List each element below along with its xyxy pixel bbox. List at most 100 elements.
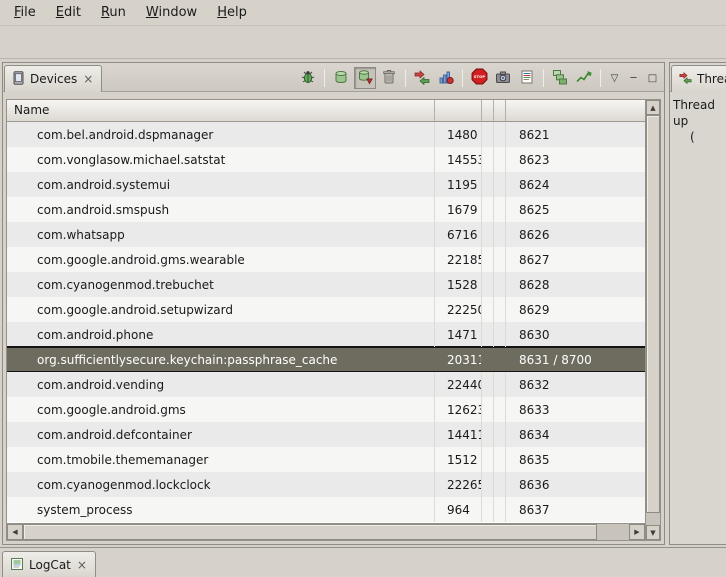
horizontal-scrollbar-thumb[interactable] <box>23 524 597 540</box>
dump-hprof-button[interactable] <box>354 67 376 89</box>
process-status-cell2 <box>494 397 506 422</box>
process-port: 8631 / 8700 <box>506 348 645 371</box>
menu-item[interactable]: Window <box>136 2 207 23</box>
table-row[interactable]: com.google.android.gms.wearable 22185 86… <box>7 247 645 272</box>
vertical-scrollbar[interactable]: ▲ ▼ <box>645 100 660 540</box>
minimize-icon[interactable]: ─ <box>625 69 642 87</box>
table-row[interactable]: com.tmobile.thememanager 1512 8635 <box>7 447 645 472</box>
process-pid: 14553 <box>435 147 482 172</box>
column-header-port[interactable] <box>506 100 645 122</box>
process-pid: 6716 <box>435 222 482 247</box>
systrace-button[interactable] <box>573 67 595 89</box>
trash-icon <box>381 69 397 88</box>
column-header-name[interactable]: Name <box>7 100 435 122</box>
process-port: 8633 <box>506 397 645 422</box>
process-port: 8625 <box>506 197 645 222</box>
process-status-cell <box>482 497 494 522</box>
device-table-body: com.bel.android.dspmanager 1480 8621 com… <box>7 122 645 523</box>
table-row[interactable]: system_process 964 8637 <box>7 497 645 522</box>
svg-text:STOP: STOP <box>473 74 485 79</box>
screen-capture-button[interactable] <box>492 67 514 89</box>
update-threads-button[interactable] <box>411 67 433 89</box>
process-name: com.google.android.setupwizard <box>7 297 435 322</box>
process-name: com.cyanogenmod.lockclock <box>7 472 435 497</box>
vertical-scrollbar-thumb[interactable] <box>646 115 660 513</box>
stop-process-button[interactable]: STOP <box>468 67 490 89</box>
cause-gc-button[interactable] <box>378 67 400 89</box>
close-icon[interactable]: × <box>82 72 94 86</box>
menu-item[interactable]: File <box>4 2 46 23</box>
devices-panel: Devices × <box>2 62 665 545</box>
threads-tabbar: Threa <box>670 63 726 92</box>
capture-system-info-button[interactable] <box>516 67 538 89</box>
process-port: 8626 <box>506 222 645 247</box>
process-status-cell2 <box>494 122 506 147</box>
tab-logcat[interactable]: LogCat × <box>2 551 96 577</box>
process-pid: 1471 <box>435 322 482 347</box>
scroll-right-icon[interactable]: ▶ <box>629 524 645 540</box>
table-row[interactable]: com.android.smspush 1679 8625 <box>7 197 645 222</box>
column-header-status2[interactable] <box>494 100 506 122</box>
debug-process-button[interactable] <box>297 67 319 89</box>
maximize-icon[interactable]: □ <box>644 69 661 87</box>
process-name: com.whatsapp <box>7 222 435 247</box>
process-port: 8634 <box>506 422 645 447</box>
column-header-status1[interactable] <box>482 100 494 122</box>
process-name: com.android.smspush <box>7 197 435 222</box>
camera-icon <box>495 69 511 88</box>
table-row[interactable]: com.vonglasow.michael.satstat 14553 8623 <box>7 147 645 172</box>
table-row[interactable]: com.android.defcontainer 14411 8634 <box>7 422 645 447</box>
scroll-up-icon[interactable]: ▲ <box>646 100 660 115</box>
close-icon[interactable]: × <box>76 558 88 572</box>
scroll-down-icon[interactable]: ▼ <box>646 525 660 540</box>
process-name: com.android.systemui <box>7 172 435 197</box>
table-row[interactable]: com.whatsapp 6716 8626 <box>7 222 645 247</box>
scroll-left-icon[interactable]: ◀ <box>7 524 23 540</box>
table-row[interactable]: org.sufficientlysecure.keychain:passphra… <box>7 347 645 372</box>
tab-threads-label: Threa <box>697 72 726 86</box>
threads-tab-icon <box>679 71 692 87</box>
process-port: 8623 <box>506 147 645 172</box>
menu-item[interactable]: Run <box>91 2 136 23</box>
process-status-cell2 <box>494 247 506 272</box>
update-heap-button[interactable] <box>330 67 352 89</box>
process-status-cell <box>482 397 494 422</box>
process-pid: 964 <box>435 497 482 522</box>
process-status-cell2 <box>494 222 506 247</box>
dump-view-hierarchy-button[interactable] <box>549 67 571 89</box>
process-status-cell <box>482 122 494 147</box>
table-row[interactable]: com.cyanogenmod.trebuchet 1528 8628 <box>7 272 645 297</box>
view-menu-icon[interactable]: ▽ <box>606 69 623 87</box>
table-row[interactable]: com.google.android.gms 12623 8633 <box>7 397 645 422</box>
process-name: com.tmobile.thememanager <box>7 447 435 472</box>
table-row[interactable]: com.android.vending 22440 8632 <box>7 372 645 397</box>
toolbar-strip <box>0 26 726 59</box>
table-row[interactable]: com.android.phone 1471 8630 <box>7 322 645 347</box>
stop-icon: STOP <box>471 68 488 88</box>
menu-item[interactable]: Help <box>207 2 257 23</box>
table-row[interactable]: com.android.systemui 1195 8624 <box>7 172 645 197</box>
method-profiling-button[interactable] <box>435 67 457 89</box>
horizontal-scrollbar[interactable]: ◀ ▶ <box>7 523 645 540</box>
process-pid: 14411 <box>435 422 482 447</box>
process-pid: 1679 <box>435 197 482 222</box>
process-status-cell2 <box>494 297 506 322</box>
table-row[interactable]: com.google.android.setupwizard 22250 862… <box>7 297 645 322</box>
process-status-cell2 <box>494 147 506 172</box>
threads-message-line2: ( <box>673 129 723 145</box>
process-port: 8636 <box>506 472 645 497</box>
process-status-cell <box>482 372 494 397</box>
tab-threads[interactable]: Threa <box>671 65 726 92</box>
column-header-pid[interactable] <box>435 100 482 122</box>
table-row[interactable]: com.bel.android.dspmanager 1480 8621 <box>7 122 645 147</box>
process-port: 8632 <box>506 372 645 397</box>
process-name: com.google.android.gms <box>7 397 435 422</box>
menu-item[interactable]: Edit <box>46 2 91 23</box>
logcat-panel: LogCat × <box>0 547 726 577</box>
process-name: system_process <box>7 497 435 522</box>
devices-toolbar: STOP <box>297 66 661 90</box>
process-status-cell <box>482 322 494 347</box>
process-name: com.google.android.gms.wearable <box>7 247 435 272</box>
table-row[interactable]: com.cyanogenmod.lockclock 22265 8636 <box>7 472 645 497</box>
tab-devices[interactable]: Devices × <box>4 65 102 92</box>
